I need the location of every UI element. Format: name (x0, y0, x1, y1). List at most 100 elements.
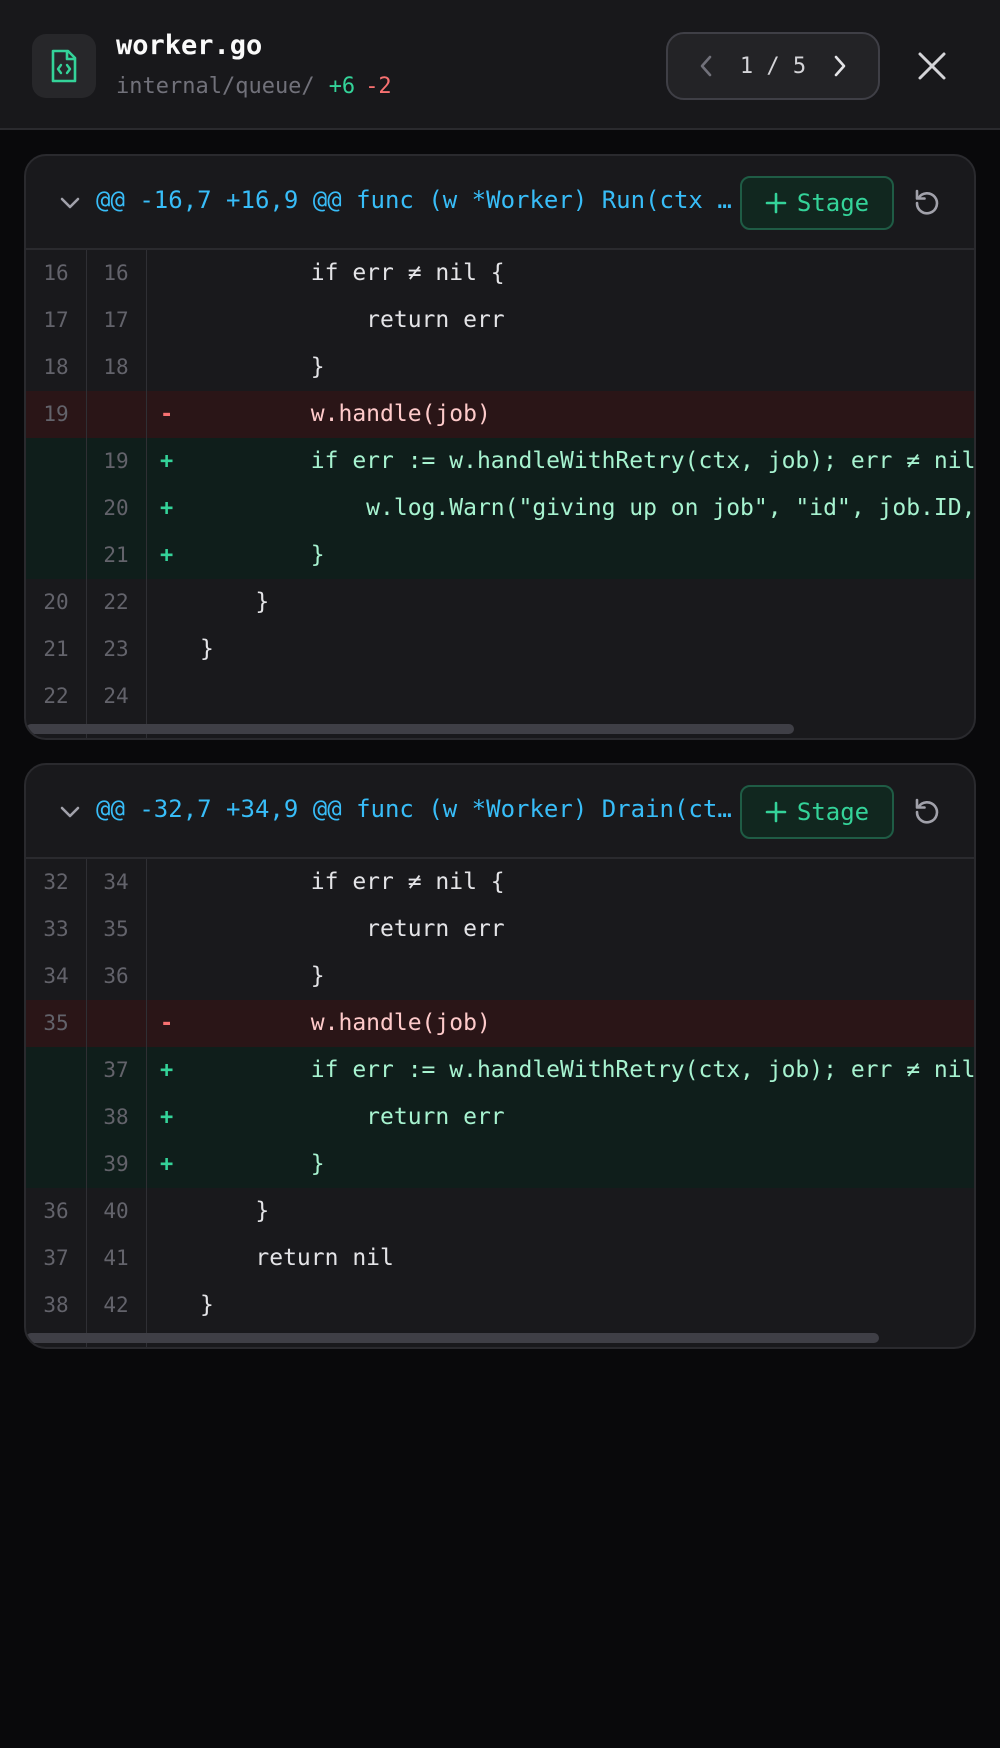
old-line-number (26, 532, 86, 579)
new-line-number: 21 (103, 543, 129, 567)
new-line-number: 22 (103, 590, 129, 614)
new-line-number: 40 (103, 1199, 129, 1223)
code-text: return err (200, 307, 505, 333)
plus-icon (765, 192, 787, 214)
old-line-number: 34 (43, 964, 69, 988)
old-line-number: 16 (43, 261, 69, 285)
new-line-number: 19 (103, 449, 129, 473)
code-text: w.handle(job) (200, 1010, 491, 1036)
code-text: w.handle(job) (200, 401, 491, 427)
diff-line-added[interactable]: 38 + return err (26, 1094, 974, 1141)
chevron-down-icon (60, 197, 80, 209)
pager-label: 1 / 5 (739, 53, 807, 79)
code-text: } (200, 1151, 325, 1177)
code-text: } (200, 636, 214, 662)
diff-line-context[interactable]: 21 23} (26, 626, 974, 673)
hunk-header: @@ -16,7 +16,9 @@ func (w *Worker) Run(c… (26, 156, 974, 250)
diff-line-context[interactable]: 34 36 } (26, 953, 974, 1000)
diff-line-context[interactable]: 22 24 (26, 673, 974, 720)
old-line-number: 17 (43, 308, 69, 332)
new-line-number (86, 1000, 146, 1047)
scroll-thumb[interactable] (26, 1333, 879, 1343)
code-text: } (200, 1292, 214, 1318)
code-text: } (200, 1198, 270, 1224)
code-text: } (200, 542, 325, 568)
collapse-toggle[interactable] (56, 798, 84, 826)
previous-button[interactable] (688, 48, 724, 84)
old-line-number (26, 485, 86, 532)
diff-line-context[interactable]: 32 34 if err ≠ nil { (26, 859, 974, 906)
diff-sign: + (160, 449, 174, 474)
next-button[interactable] (822, 48, 858, 84)
diff-hunk: @@ -32,7 +34,9 @@ func (w *Worker) Drain… (24, 763, 976, 1349)
new-line-number: 34 (103, 870, 129, 894)
revert-button[interactable] (912, 797, 942, 827)
new-line-number (86, 391, 146, 438)
new-line-number: 23 (103, 637, 129, 661)
diff-sign: + (160, 496, 174, 521)
chevron-down-icon (60, 806, 80, 818)
code-text: return err (200, 1104, 505, 1130)
diff-line-context[interactable]: 33 35 return err (26, 906, 974, 953)
stage-label: Stage (796, 798, 870, 826)
horizontal-scrollbar[interactable] (26, 1329, 974, 1347)
stage-button[interactable]: Stage (740, 176, 894, 230)
diff-line-context[interactable]: 17 17 return err (26, 297, 974, 344)
code-text: return err (200, 916, 505, 942)
diff-line-added[interactable]: 19 + if err := w.handleWithRetry(ctx, job… (26, 438, 974, 485)
diff-sign: + (160, 1058, 174, 1083)
horizontal-scrollbar[interactable] (26, 720, 974, 738)
diff-hunk: @@ -16,7 +16,9 @@ func (w *Worker) Run(c… (24, 154, 976, 740)
diff-sign: + (160, 1105, 174, 1130)
diff-line-context[interactable]: 20 22 } (26, 579, 974, 626)
hunk-header: @@ -32,7 +34,9 @@ func (w *Worker) Drain… (26, 765, 974, 859)
old-line-number (26, 1141, 86, 1188)
code-text: if err := w.handleWithRetry(ctx, job); e… (200, 1057, 976, 1083)
diff-line-removed[interactable]: 35 - w.handle(job) (26, 1000, 974, 1047)
hunk-title: @@ -16,7 +16,9 @@ func (w *Worker) Run(c… (96, 186, 746, 214)
old-line-number: 33 (43, 917, 69, 941)
diff-line-removed[interactable]: 19 - w.handle(job) (26, 391, 974, 438)
file-meta: internal/queue/ +6 -2 (116, 74, 392, 99)
file-name: worker.go (116, 30, 263, 61)
code-text: return nil (200, 1245, 394, 1271)
diff-header: worker.go internal/queue/ +6 -2 1 / 5 (0, 0, 1000, 130)
diff-line-context[interactable]: 18 18 } (26, 344, 974, 391)
old-line-number: 20 (43, 590, 69, 614)
diff-line-added[interactable]: 37 + if err := w.handleWithRetry(ctx, job… (26, 1047, 976, 1094)
hunk-lines: 16 16 if err ≠ nil { 17 17 return err 18 18 }… (26, 250, 974, 720)
old-line-number (26, 1094, 86, 1141)
diff-line-context[interactable]: 37 41 return nil (26, 1235, 974, 1282)
old-line-number: 19 (43, 402, 69, 426)
close-button[interactable] (910, 44, 954, 88)
new-line-number: 35 (103, 917, 129, 941)
old-line-number: 21 (43, 637, 69, 661)
code-text: if err ≠ nil { (200, 260, 505, 286)
old-line-number (26, 1047, 86, 1094)
diff-line-context[interactable]: 38 42} (26, 1282, 974, 1329)
old-line-number (26, 438, 86, 485)
diff-line-context[interactable]: 36 40 } (26, 1188, 974, 1235)
old-line-number: 32 (43, 870, 69, 894)
hunk-title: @@ -32,7 +34,9 @@ func (w *Worker) Drain… (96, 795, 746, 823)
collapse-toggle[interactable] (56, 189, 84, 217)
old-line-number: 22 (43, 684, 69, 708)
old-line-number: 38 (43, 1293, 69, 1317)
new-line-number: 38 (103, 1105, 129, 1129)
revert-icon (915, 189, 939, 215)
hunk-lines: 32 34 if err ≠ nil {33 35 return err 34 36 }… (26, 859, 974, 1329)
stage-button[interactable]: Stage (740, 785, 894, 839)
hunk-pager: 1 / 5 (666, 32, 880, 100)
scroll-thumb[interactable] (26, 724, 794, 734)
diff-line-context[interactable]: 16 16 if err ≠ nil { (26, 250, 974, 297)
chevron-right-icon (834, 55, 846, 77)
diff-line-added[interactable]: 20 + w.log.Warn("giving up on job", "id",… (26, 485, 974, 532)
new-line-number: 17 (103, 308, 129, 332)
old-line-number: 35 (43, 1011, 69, 1035)
diff-line-added[interactable]: 39 + } (26, 1141, 974, 1188)
file-code-icon (32, 34, 96, 98)
diff-line-added[interactable]: 21 + } (26, 532, 974, 579)
revert-button[interactable] (912, 188, 942, 218)
diff-sign: + (160, 1152, 174, 1177)
new-line-number: 36 (103, 964, 129, 988)
